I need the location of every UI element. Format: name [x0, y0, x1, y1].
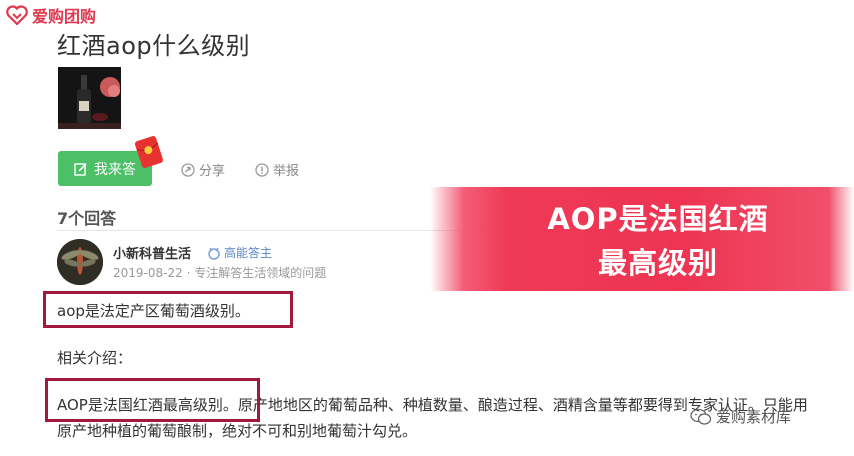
answer-date: 2019-08-22: [113, 266, 183, 280]
banner-line-2: 最高级别: [597, 246, 718, 280]
badge-label: 高能答主: [224, 246, 273, 260]
watermark-text: 爱购素材库: [716, 408, 792, 426]
report-label: 举报: [273, 164, 300, 179]
share-icon: [181, 162, 195, 177]
answers-count: 7个回答: [57, 209, 117, 228]
answer-button-label: 我来答: [94, 161, 136, 178]
wechat-icon: [690, 408, 712, 425]
user-name[interactable]: 小新科普生活: [113, 243, 191, 262]
report-icon: [255, 162, 269, 177]
question-title: 红酒aop什么级别: [57, 32, 251, 60]
user-badge: 高能答主: [207, 244, 272, 261]
related-label: 相关介绍：: [57, 349, 133, 367]
report-button[interactable]: 举报: [255, 160, 299, 179]
share-button[interactable]: 分享: [181, 160, 225, 179]
edit-icon: [74, 162, 87, 176]
question-image[interactable]: [58, 67, 121, 129]
promo-banner-text: AOP是法国红酒 最高级别: [508, 197, 808, 285]
highlight-box-1: [43, 291, 293, 328]
user-description: 专注解答生活领域的问题: [194, 266, 327, 280]
badge-icon: [208, 247, 220, 260]
dragonfly-avatar-image: [57, 239, 103, 285]
brand-name: 爱购团购: [32, 7, 97, 26]
watermark: 爱购素材库: [690, 406, 791, 427]
highlight-box-2: [45, 378, 260, 422]
wine-bottle-image: [58, 67, 121, 129]
brand-logo[interactable]: 爱购团购: [6, 4, 96, 26]
heart-logo-icon: [6, 5, 28, 25]
banner-line-1: AOP是法国红酒: [547, 202, 769, 236]
avatar[interactable]: [57, 239, 103, 285]
answer-meta: 2019-08-22 · 专注解答生活领域的问题: [113, 264, 326, 281]
meta-separator: ·: [182, 266, 195, 280]
share-label: 分享: [199, 164, 226, 179]
